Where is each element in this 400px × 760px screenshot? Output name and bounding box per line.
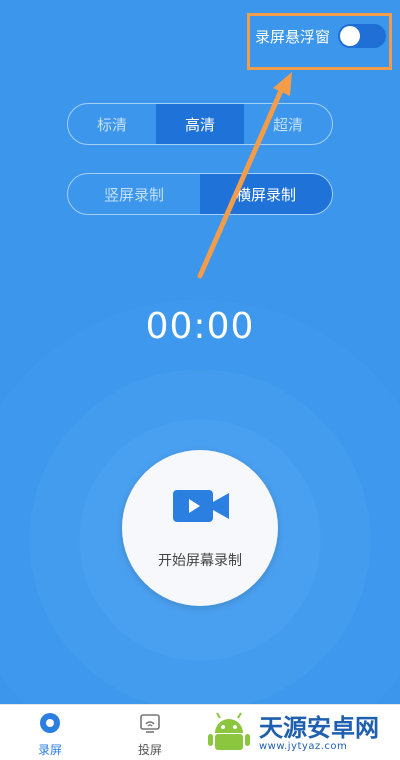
nav-item-cast[interactable]: 投屏 [120, 711, 180, 758]
nav-label-record: 录屏 [37, 743, 62, 757]
android-logo-icon [208, 712, 250, 750]
orientation-selector: 竖屏录制 横屏录制 [67, 173, 333, 215]
tab-quality-uhd[interactable]: 超清 [244, 104, 332, 144]
highlight-box [247, 13, 392, 70]
cast-icon [140, 714, 160, 733]
nav-item-record[interactable]: 录屏 [20, 711, 80, 758]
watermark-url: www.jytyaz.com [259, 740, 348, 752]
watermark-text: 天源安卓网 www.jytyaz.com [259, 715, 379, 752]
watermark-title: 天源安卓网 [259, 713, 379, 742]
tab-quality-sd[interactable]: 标清 [68, 104, 156, 144]
nav-label-cast: 投屏 [137, 743, 162, 757]
video-camera-icon [173, 490, 229, 522]
site-watermark: 天源安卓网 www.jytyaz.com [205, 708, 397, 758]
tab-quality-hd[interactable]: 高清 [156, 104, 244, 144]
start-recording-label: 开始屏幕录制 [158, 553, 242, 569]
quality-selector: 标清 高清 超清 [67, 103, 333, 145]
record-icon [40, 713, 60, 733]
tab-landscape-record[interactable]: 横屏录制 [200, 174, 332, 214]
recorder-screen: 录屏悬浮窗 标清 高清 超清 竖屏录制 横屏录制 00:00 开始屏幕录制 [0, 0, 400, 704]
recording-timer: 00:00 [145, 306, 255, 347]
start-recording-button[interactable]: 开始屏幕录制 [122, 450, 278, 606]
tab-portrait-record[interactable]: 竖屏录制 [68, 174, 200, 214]
